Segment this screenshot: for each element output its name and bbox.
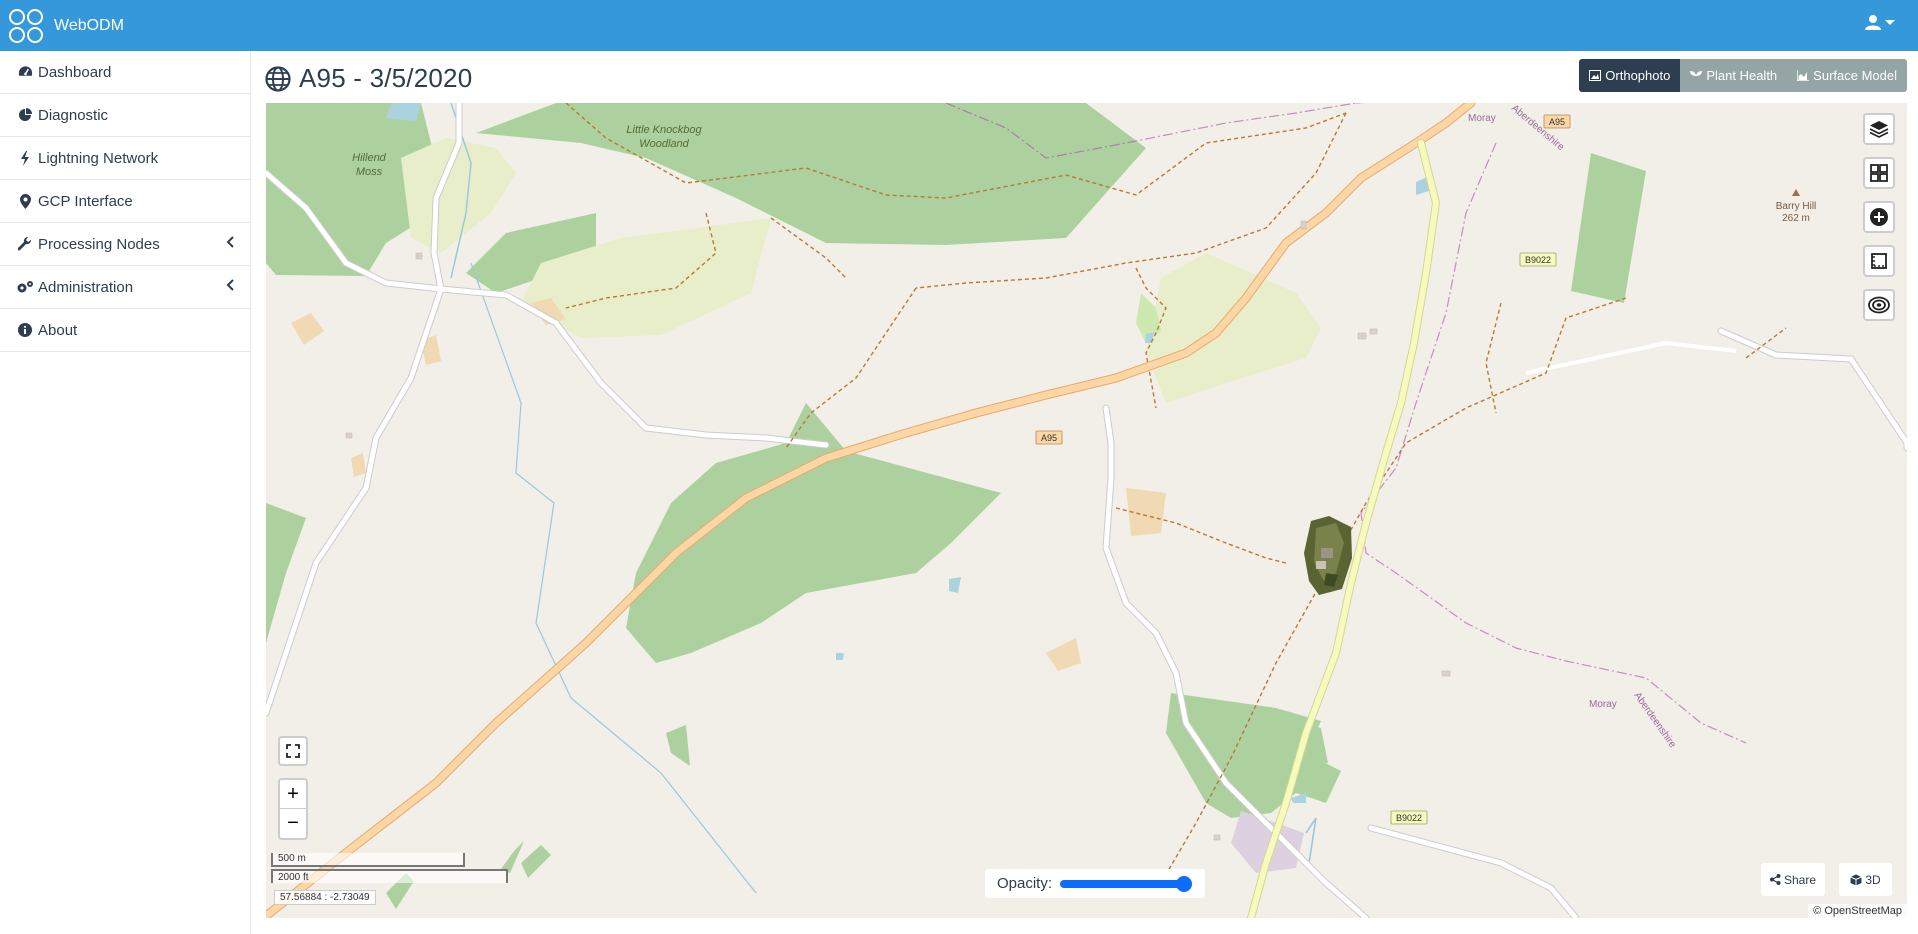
sidebar-item-label: Processing Nodes (38, 235, 160, 253)
sidebar-item-processing-nodes[interactable]: Processing Nodes (0, 223, 250, 266)
sidebar-item-label: About (38, 321, 78, 339)
hillend-label: Hillend (352, 152, 387, 164)
fullscreen-icon (286, 744, 300, 758)
chevron-left-icon (226, 236, 234, 248)
sidebar-item-label: Lightning Network (38, 149, 159, 167)
plant-health-button[interactable]: Plant Health (1680, 59, 1788, 92)
contours-icon (1868, 296, 1890, 314)
road-a95-label-top: A95 (1549, 117, 1565, 127)
layers-control[interactable] (1863, 113, 1895, 145)
sidebar-item-label: Administration (38, 278, 134, 296)
barry-hill-label: Barry Hill (1776, 201, 1817, 212)
view-3d-label: 3D (1865, 872, 1881, 887)
road-b9022-label-top: B9022 (1525, 255, 1551, 265)
orthophoto-overlay (1304, 516, 1352, 595)
layers-icon (1869, 121, 1889, 138)
zoom-in-button[interactable]: + (280, 780, 306, 809)
page-header: A95 - 3/5/2020 (265, 63, 472, 94)
road-b9022-label-bottom: B9022 (1396, 813, 1422, 823)
map-view[interactable]: Hillend Moss Little Knockbog Woodland Ba… (266, 103, 1907, 918)
area-chart-icon (1797, 70, 1810, 81)
grid-icon (1870, 164, 1888, 182)
share-icon (1769, 874, 1781, 885)
map-type-switcher: Orthophoto Plant Health Surface Model (1579, 59, 1907, 92)
dashboard-icon (16, 63, 34, 81)
knockbog-label-2: Woodland (639, 138, 689, 150)
scale-metric: 500 m (271, 853, 465, 867)
fullscreen-button[interactable] (278, 736, 308, 766)
main-content: A95 - 3/5/2020 Orthophoto Plant Health S… (251, 51, 1918, 934)
opacity-control: Opacity: (985, 869, 1205, 898)
sidebar-item-label: Dashboard (38, 63, 112, 81)
scale-imperial: 2000 ft (271, 869, 508, 883)
road-a95-label-mid: A95 (1041, 433, 1057, 443)
sidebar-item-gcp-interface[interactable]: GCP Interface (0, 180, 250, 223)
barry-hill-elev: 262 m (1782, 213, 1810, 224)
zoom-control: + − (278, 778, 308, 840)
page-title: A95 - 3/5/2020 (299, 63, 473, 93)
contour-control[interactable] (1863, 289, 1895, 321)
moray-label-bottom: Moray (1589, 699, 1617, 710)
zoom-out-button[interactable]: − (280, 809, 306, 838)
share-button[interactable]: Share (1761, 863, 1825, 896)
top-navbar: WebODM (0, 0, 1918, 51)
wrench-icon (16, 235, 34, 253)
image-icon (1589, 70, 1602, 81)
app-name: WebODM (54, 16, 124, 34)
globe-icon (265, 65, 291, 92)
caret-down-icon (1885, 20, 1895, 25)
sidebar-item-dashboard[interactable]: Dashboard (0, 51, 250, 94)
knockbog-label: Little Knockbog (626, 124, 702, 136)
map-tiles: Hillend Moss Little Knockbog Woodland Ba… (266, 103, 1907, 918)
info-icon (16, 321, 34, 339)
ruler-icon (1871, 253, 1887, 269)
cursor-coordinates: 57.56884 : -2.73049 (274, 890, 376, 905)
surface-model-button[interactable]: Surface Model (1787, 59, 1907, 92)
seedling-icon (1690, 70, 1703, 82)
grid-control[interactable] (1863, 157, 1895, 189)
sidebar: Dashboard Diagnostic Lightning Network G… (0, 51, 251, 934)
view-3d-button[interactable]: 3D (1839, 863, 1892, 896)
map-marker-icon (16, 192, 34, 210)
opacity-slider[interactable] (1060, 875, 1193, 892)
hillend-label-2: Moss (356, 166, 383, 178)
sidebar-item-administration[interactable]: Administration (0, 266, 250, 309)
map-attribution[interactable]: © OpenStreetMap (1808, 904, 1907, 918)
pie-chart-icon (16, 106, 34, 124)
aberdeenshire-label-bottom: Aberdeenshire (1632, 690, 1679, 750)
sidebar-item-lightning-network[interactable]: Lightning Network (0, 137, 250, 180)
share-label: Share (1783, 872, 1817, 887)
plant-health-label: Plant Health (1706, 68, 1778, 83)
plus-circle-icon (1870, 208, 1888, 226)
webodm-logo-icon (9, 8, 43, 43)
user-icon (1865, 15, 1881, 30)
cube-icon (1850, 874, 1863, 885)
sidebar-item-about[interactable]: About (0, 309, 250, 352)
measure-control[interactable] (1863, 245, 1895, 277)
chevron-left-icon (226, 279, 234, 291)
orthophoto-button[interactable]: Orthophoto (1579, 59, 1681, 92)
opacity-slider-handle[interactable] (1176, 875, 1193, 892)
cogs-icon (16, 278, 34, 296)
orthophoto-label: Orthophoto (1605, 68, 1671, 83)
moray-label-top: Moray (1468, 113, 1496, 124)
surface-model-label: Surface Model (1813, 68, 1897, 83)
sidebar-item-label: GCP Interface (38, 192, 133, 210)
bolt-icon (16, 149, 34, 167)
brand-link[interactable]: WebODM (0, 0, 124, 51)
user-menu-toggle[interactable] (1865, 14, 1896, 30)
add-control[interactable] (1863, 201, 1895, 233)
opacity-label: Opacity: (997, 875, 1053, 892)
sidebar-item-diagnostic[interactable]: Diagnostic (0, 94, 250, 137)
sidebar-item-label: Diagnostic (38, 106, 109, 124)
